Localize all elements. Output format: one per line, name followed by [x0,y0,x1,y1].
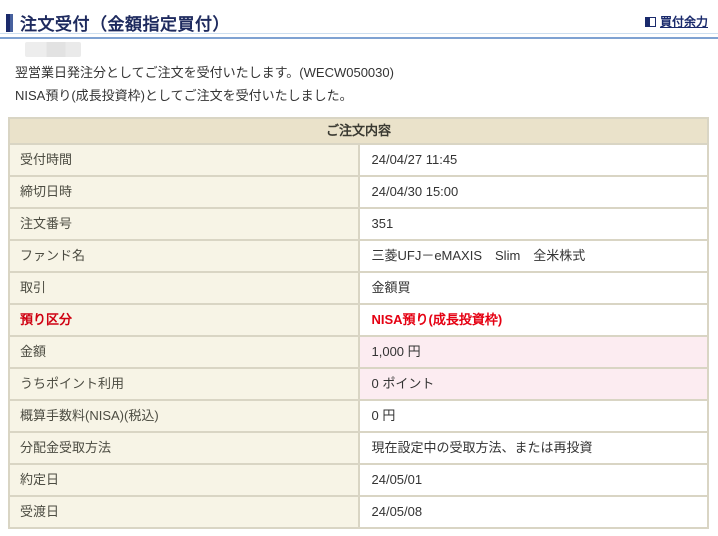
table-row-settlement-date: 受渡日 24/05/08 [8,495,709,529]
row-value-points: 0 ポイント [357,367,709,401]
row-value: 24/04/27 11:45 [357,143,709,177]
row-value: 金額買 [357,271,709,305]
row-value: 三菱UFJ－eMAXIS Slim 全米株式 [357,239,709,273]
row-label: 分配金受取方法 [8,431,360,465]
table-row-accept-time: 受付時間 24/04/27 11:45 [8,143,709,177]
popup-window-icon [644,16,656,27]
row-label: 受渡日 [8,495,360,529]
table-row-trade-type: 取引 金額買 [8,271,709,305]
row-value: 24/04/30 15:00 [357,175,709,209]
table-row-account-category: 預り区分 NISA預り(成長投資枠) [8,303,709,337]
row-label: ファンド名 [8,239,360,273]
row-label: 取引 [8,271,360,305]
table-row-deadline: 締切日時 24/04/30 15:00 [8,175,709,209]
row-label: 預り区分 [8,303,360,337]
table-row-amount: 金額 1,000 円 [8,335,709,369]
row-value: 0 円 [357,399,709,433]
table-row-estimated-fee: 概算手数料(NISA)(税込) 0 円 [8,399,709,433]
row-value-nisa: NISA預り(成長投資枠) [357,303,709,337]
table-row-distribution-method: 分配金受取方法 現在設定中の受取方法、または再投資 [8,431,709,465]
page-title: 注文受付（金額指定買付） [20,15,230,34]
table-row-execution-date: 約定日 24/05/01 [8,463,709,497]
table-row-points-used: うちポイント利用 0 ポイント [8,367,709,401]
table-caption: ご注文内容 [8,117,709,145]
table-row-fund-name: ファンド名 三菱UFJ－eMAXIS Slim 全米株式 [8,239,709,273]
row-label: 約定日 [8,463,360,497]
row-value-amount: 1,000 円 [357,335,709,369]
order-details-table: ご注文内容 受付時間 24/04/27 11:45 締切日時 24/04/30 … [8,117,709,529]
nisa-accepted-message: NISA預り(成長投資枠)としてご注文を受付いたしました。 [15,88,353,103]
order-accept-page: { "header": { "title": "注文受付（金額指定買付）", "… [0,0,718,536]
row-label: 締切日時 [8,175,360,209]
buying-power-link-label: 買付余力 [659,15,708,29]
redacted-account-name [25,42,81,57]
row-label: 受付時間 [8,143,360,177]
row-value: 351 [357,207,709,241]
row-value: 24/05/08 [357,495,709,529]
title-accent-bar [6,14,13,32]
page-header: 注文受付（金額指定買付） 買付余力 [6,10,710,34]
table-row-order-number: 注文番号 351 [8,207,709,241]
row-label: 注文番号 [8,207,360,241]
table-caption-row: ご注文内容 [8,117,709,145]
header-divider [0,33,718,39]
row-value: 現在設定中の受取方法、または再投資 [357,431,709,465]
row-label: うちポイント利用 [8,367,360,401]
buying-power-link[interactable]: 買付余力 [644,13,708,30]
row-value: 24/05/01 [357,463,709,497]
row-label: 金額 [8,335,360,369]
row-label: 概算手数料(NISA)(税込) [8,399,360,433]
order-accepted-message: 翌営業日発注分としてご注文を受付いたします。(WECW050030) [15,65,394,80]
